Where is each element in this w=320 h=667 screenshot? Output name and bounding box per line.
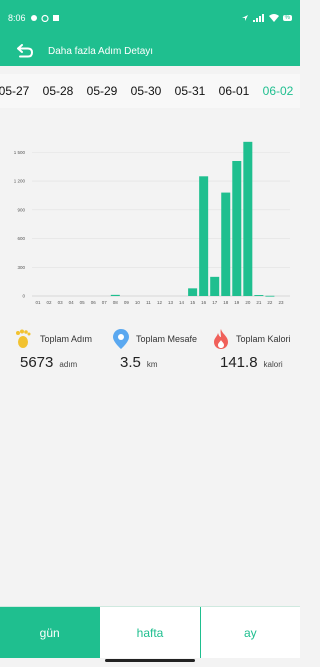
x-tick-label: 18 — [223, 300, 229, 305]
home-indicator — [105, 659, 195, 662]
flame-icon — [214, 329, 228, 349]
signal-icon — [252, 14, 264, 22]
bar — [254, 295, 264, 296]
calories-value: 141.8 — [220, 354, 258, 371]
bar — [265, 295, 275, 297]
y-tick-label: 600 — [17, 236, 25, 241]
x-tick-label: 11 — [146, 300, 151, 305]
x-tick-label: 23 — [278, 300, 284, 305]
period-tabs: gün hafta ay — [0, 606, 300, 658]
steps-label: Toplam Adım — [40, 334, 93, 344]
steps-unit: adım — [59, 360, 78, 369]
tab-week[interactable]: hafta — [100, 607, 201, 658]
date-item[interactable]: 06-01 — [212, 84, 256, 98]
y-tick-label: 0 — [22, 294, 25, 299]
bar-chart: 0 300 600 900 1 200 1 500 01 02 03 04 05 06 07 08 09 10… — [14, 141, 290, 305]
battery-icon: % — [282, 15, 292, 21]
bar — [232, 160, 242, 296]
distance-stat: Toplam Mesafe 3.5 km — [100, 328, 200, 388]
y-tick-label: 1 500 — [14, 150, 26, 155]
x-tick-label: 03 — [58, 300, 64, 305]
distance-unit: km — [146, 360, 158, 369]
location-arrow-icon — [241, 15, 248, 21]
x-tick-label: 10 — [135, 300, 141, 305]
steps-value: 5673 — [20, 354, 54, 371]
alarm-icon — [40, 14, 49, 22]
date-item[interactable]: 05-29 — [80, 84, 124, 98]
date-item[interactable]: 05-27 — [0, 84, 36, 98]
date-item[interactable]: 05-31 — [168, 84, 212, 98]
tab-day[interactable]: gün — [0, 607, 101, 658]
x-tick-label: 05 — [80, 300, 86, 305]
x-tick-label: 07 — [102, 300, 108, 305]
location-pin-icon — [113, 329, 129, 349]
y-tick-label: 300 — [17, 265, 25, 270]
notification-icons — [30, 14, 60, 22]
date-selector: 05-27 05-28 05-29 05-30 05-31 06-01 06-0… — [0, 74, 300, 108]
status-bar: 8:06 % — [0, 0, 300, 36]
back-button[interactable] — [14, 40, 36, 62]
bar — [110, 294, 120, 296]
bar — [243, 141, 253, 296]
x-tick-label: 22 — [267, 300, 273, 305]
distance-label: Toplam Mesafe — [136, 334, 198, 344]
x-tick-label: 02 — [47, 300, 53, 305]
status-time: 8:06 — [8, 13, 26, 23]
steps-stat: Toplam Adım 5673 adım — [0, 328, 100, 388]
x-tick-label: 14 — [179, 300, 185, 305]
date-item-selected[interactable]: 06-02 — [256, 84, 300, 98]
hourly-steps-chart: 0 300 600 900 1 200 1 500 01 02 03 04 05 06 07 08 09 10… — [0, 130, 300, 310]
wifi-icon — [268, 14, 279, 22]
page-title: Daha fazla Adım Detayı — [48, 45, 154, 57]
x-tick-label: 01 — [35, 300, 41, 305]
date-item[interactable]: 05-28 — [36, 84, 80, 98]
calories-label: Toplam Kalori — [236, 334, 291, 344]
x-tick-label: 09 — [124, 300, 130, 305]
notification-icon — [30, 15, 37, 21]
x-tick-label: 06 — [91, 300, 97, 305]
date-item[interactable]: 05-30 — [124, 84, 168, 98]
x-tick-label: 08 — [113, 300, 119, 305]
calories-unit: kalori — [263, 360, 283, 369]
bar — [221, 192, 231, 296]
x-tick-label: 17 — [212, 300, 218, 305]
bar — [188, 288, 198, 296]
x-tick-label: 04 — [69, 300, 75, 305]
stats-summary: Toplam Adım 5673 adım Toplam Mesafe 3.5 … — [0, 328, 300, 388]
x-tick-label: 20 — [245, 300, 251, 305]
bar — [210, 276, 220, 296]
x-tick-label: 19 — [234, 300, 240, 305]
app-bar: Daha fazla Adım Detayı — [0, 36, 300, 66]
calories-stat: Toplam Kalori 141.8 kalori — [200, 328, 300, 388]
square-icon — [52, 15, 59, 21]
tab-month[interactable]: ay — [200, 607, 300, 658]
x-tick-label: 15 — [190, 300, 196, 305]
back-arrow-icon — [17, 44, 34, 58]
x-tick-label: 13 — [168, 300, 174, 305]
x-tick-label: 21 — [256, 300, 262, 305]
x-tick-label: 16 — [201, 300, 207, 305]
y-tick-label: 1 200 — [14, 179, 26, 184]
distance-value: 3.5 — [120, 354, 141, 371]
x-tick-label: 12 — [157, 300, 163, 305]
y-tick-label: 900 — [17, 207, 25, 212]
bar — [199, 176, 209, 296]
footprints-icon — [16, 329, 31, 348]
